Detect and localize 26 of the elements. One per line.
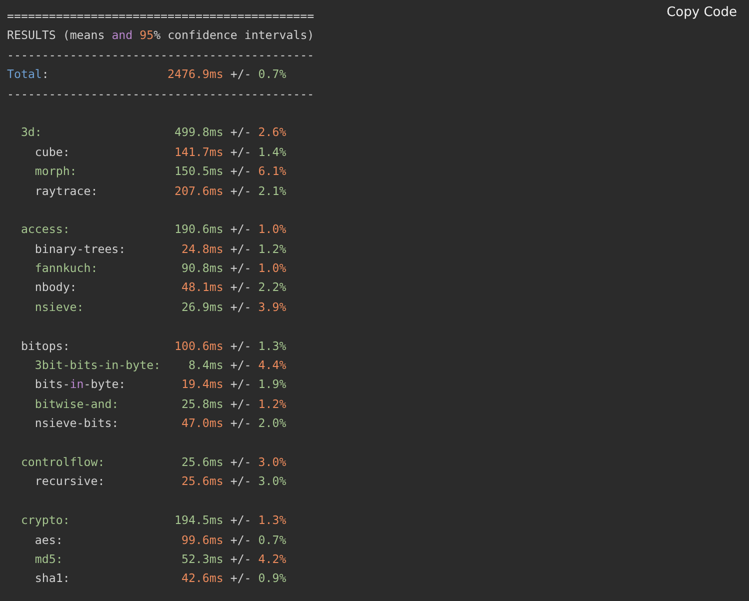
code-line: fannkuch: 90.8ms +/- 1.0% bbox=[34, 260, 286, 278]
code-line: 3d: 499.8ms +/- 2.6% bbox=[20, 124, 286, 142]
code-line: access: 190.6ms +/- 1.0% bbox=[20, 221, 286, 238]
code-line: 3bit-bits-in-byte: 8.4ms +/- 4.4% bbox=[34, 357, 286, 374]
code-line: binary-trees: 24.8ms +/- 1.2% bbox=[34, 240, 286, 258]
code-line: crypto: 194.5ms +/- 1.3% bbox=[20, 512, 286, 530]
code-line: RESULTS (means and 95% confidence intervals) bbox=[7, 27, 314, 44]
code-line: nsieve: 26.9ms +/- 3.9% bbox=[34, 298, 286, 316]
code-line: morph: 150.5ms +/- 6.1% bbox=[34, 163, 286, 180]
code-line: nbody: 48.1ms +/- 2.2% bbox=[34, 279, 286, 296]
code-line: ============================================ bbox=[7, 8, 314, 25]
copy-code-button[interactable]: Copy Code bbox=[662, 3, 741, 22]
code-line: Total: 2476.9ms +/- 0.7% bbox=[7, 66, 286, 84]
code-line: bitwise-and: 25.8ms +/- 1.2% bbox=[34, 396, 286, 413]
code-line: controlflow: 25.6ms +/- 3.0% bbox=[20, 454, 286, 471]
code-line: -------------------------------------------- bbox=[7, 86, 314, 103]
code-line: -------------------------------------------- bbox=[7, 46, 314, 64]
code-line: bitops: 100.6ms +/- 1.3% bbox=[20, 338, 286, 355]
code-line: cube: 141.7ms +/- 1.4% bbox=[34, 144, 286, 161]
code-line: raytrace: 207.6ms +/- 2.1% bbox=[34, 182, 286, 200]
code-line: recursive: 25.6ms +/- 3.0% bbox=[34, 473, 286, 490]
code-line: bits-in-byte: 19.4ms +/- 1.9% bbox=[34, 376, 286, 394]
code-line: nsieve-bits: 47.0ms +/- 2.0% bbox=[34, 415, 286, 432]
code-line: md5: 52.3ms +/- 4.2% bbox=[34, 550, 286, 568]
code-line: sha1: 42.6ms +/- 0.9% bbox=[34, 570, 286, 588]
code-line: aes: 99.6ms +/- 0.7% bbox=[34, 532, 286, 549]
